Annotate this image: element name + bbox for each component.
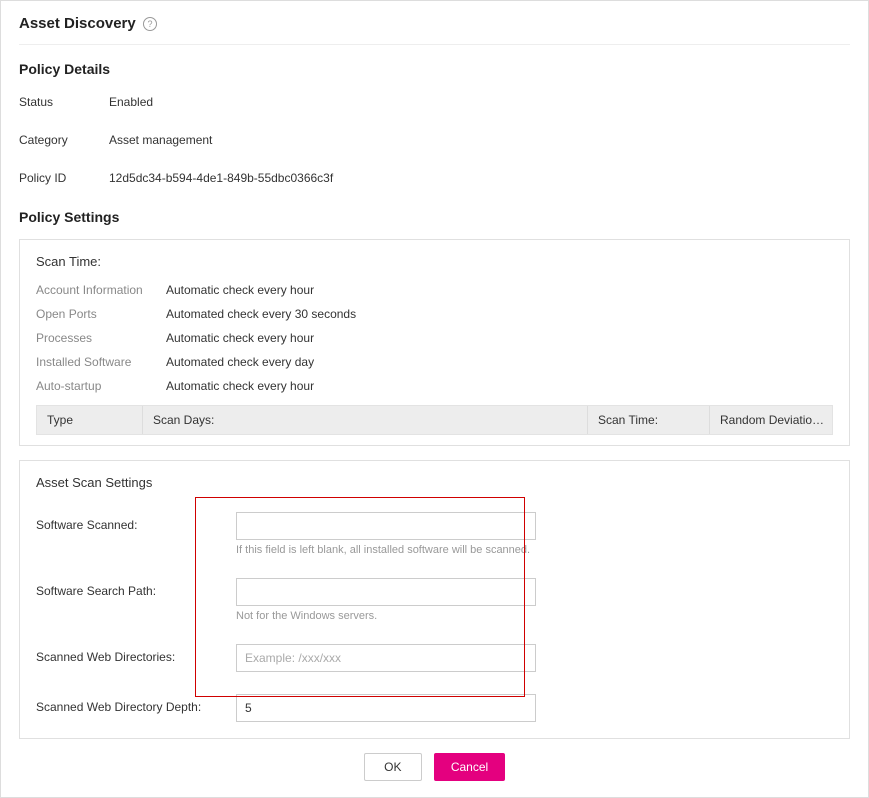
policy-id-label: Policy ID — [19, 171, 109, 185]
page-title: Asset Discovery — [19, 15, 136, 32]
policy-settings-heading: Policy Settings — [19, 209, 850, 225]
scan-time-row-value: Automatic check every hour — [166, 379, 314, 393]
scan-time-box: Scan Time: Account Information Automatic… — [19, 239, 850, 446]
scanned-web-depth-label: Scanned Web Directory Depth: — [36, 694, 236, 714]
scanned-web-dirs-label: Scanned Web Directories: — [36, 644, 236, 664]
software-search-path-input[interactable] — [236, 578, 536, 606]
status-value: Enabled — [109, 95, 153, 109]
scanned-web-depth-input[interactable] — [236, 694, 536, 722]
separator — [19, 44, 850, 45]
software-scanned-input[interactable] — [236, 512, 536, 540]
software-search-path-label: Software Search Path: — [36, 578, 236, 598]
column-scan-time: Scan Time: — [588, 406, 710, 434]
policy-details-heading: Policy Details — [19, 61, 850, 77]
category-value: Asset management — [109, 133, 212, 147]
scan-time-row-value: Automated check every 30 seconds — [166, 307, 356, 321]
help-icon[interactable]: ? — [142, 16, 158, 32]
status-label: Status — [19, 95, 109, 109]
column-type: Type — [37, 406, 143, 434]
scan-time-row-label: Processes — [36, 331, 166, 345]
scan-time-table-header: Type Scan Days: Scan Time: Random Deviat… — [36, 405, 833, 435]
ok-button[interactable]: OK — [364, 753, 422, 781]
cancel-button[interactable]: Cancel — [434, 753, 505, 781]
software-scanned-label: Software Scanned: — [36, 512, 236, 532]
policy-id-value: 12d5dc34-b594-4de1-849b-55dbc0366c3f — [109, 171, 333, 185]
scan-time-title: Scan Time: — [36, 254, 833, 269]
scan-time-row-label: Auto-startup — [36, 379, 166, 393]
column-random-deviation: Random Deviatio… — [710, 406, 832, 434]
asset-scan-settings-box: Asset Scan Settings Software Scanned: If… — [19, 460, 850, 739]
scan-time-row-label: Account Information — [36, 283, 166, 297]
policy-details-section: Policy Details Status Enabled Category A… — [19, 61, 850, 185]
software-scanned-hint: If this field is left blank, all install… — [236, 544, 536, 556]
scan-time-row-label: Open Ports — [36, 307, 166, 321]
category-label: Category — [19, 133, 109, 147]
scan-time-row-value: Automatic check every hour — [166, 283, 314, 297]
scanned-web-dirs-input[interactable] — [236, 644, 536, 672]
scan-time-row-label: Installed Software — [36, 355, 166, 369]
column-scan-days: Scan Days: — [143, 406, 588, 434]
scan-time-row-value: Automated check every day — [166, 355, 314, 369]
software-search-path-hint: Not for the Windows servers. — [236, 610, 536, 622]
scan-time-row-value: Automatic check every hour — [166, 331, 314, 345]
asset-scan-title: Asset Scan Settings — [36, 475, 833, 490]
svg-text:?: ? — [147, 19, 152, 29]
